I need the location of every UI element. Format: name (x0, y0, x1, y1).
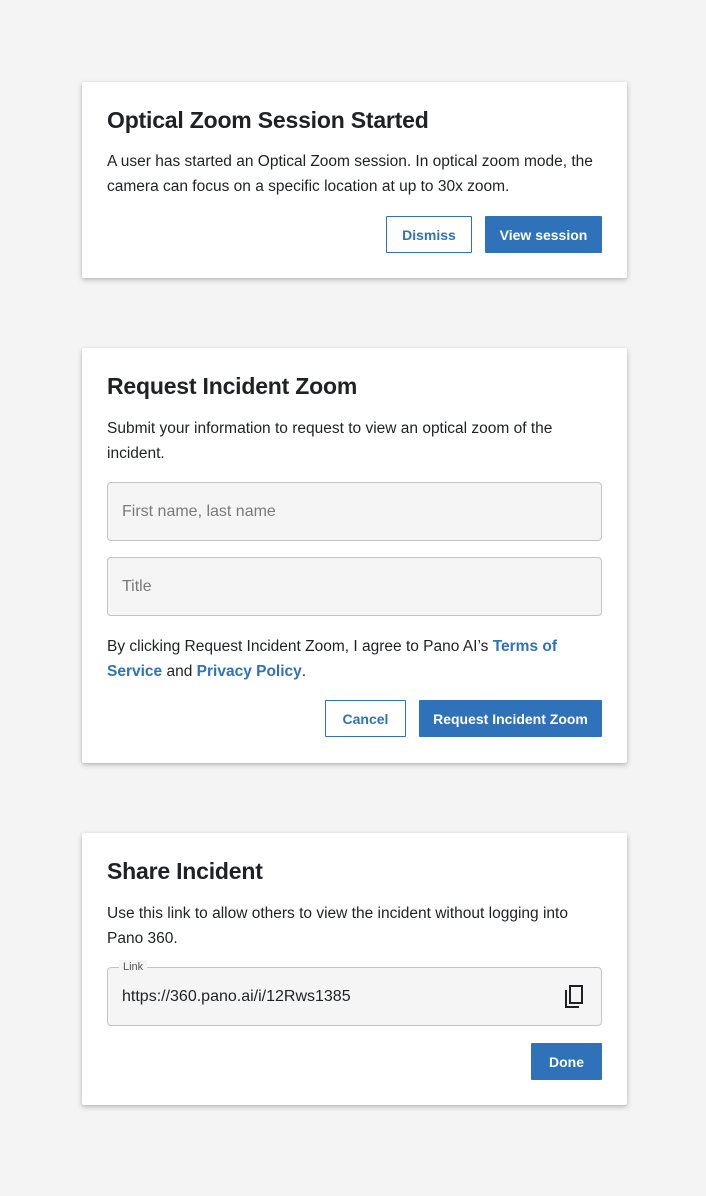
name-field[interactable] (107, 482, 602, 541)
view-session-button[interactable]: View session (485, 216, 602, 253)
consent-prefix: By clicking Request Incident Zoom, I agr… (107, 638, 493, 655)
consent-and: and (162, 663, 197, 680)
consent-suffix: . (301, 663, 307, 680)
done-button[interactable]: Done (531, 1043, 602, 1080)
dismiss-button[interactable]: Dismiss (386, 216, 472, 253)
share-dialog-title: Share Incident (107, 858, 263, 884)
request-dialog-body: Submit your information to request to vi… (107, 420, 553, 462)
link-input[interactable] (122, 968, 582, 1025)
privacy-policy-link[interactable]: Privacy Policy (197, 663, 302, 680)
cancel-button[interactable]: Cancel (325, 700, 406, 737)
title-field[interactable] (107, 557, 602, 616)
copy-icon[interactable] (563, 984, 585, 1010)
request-incident-zoom-button[interactable]: Request Incident Zoom (419, 700, 602, 737)
link-field[interactable]: Link (107, 960, 602, 1026)
share-dialog-body: Use this link to allow others to view th… (107, 905, 568, 947)
session-dialog-title: Optical Zoom Session Started (107, 107, 429, 133)
optical-zoom-session-dialog: Optical Zoom Session Started A user has … (82, 82, 627, 278)
session-dialog-body: A user has started an Optical Zoom sessi… (107, 153, 593, 195)
name-input[interactable] (122, 483, 582, 540)
consent-text: By clicking Request Incident Zoom, I agr… (107, 634, 602, 684)
title-input[interactable] (122, 558, 582, 615)
share-incident-dialog: Share Incident Use this link to allow ot… (82, 833, 627, 1105)
request-incident-zoom-dialog: Request Incident Zoom Submit your inform… (82, 348, 627, 763)
request-dialog-title: Request Incident Zoom (107, 373, 358, 399)
